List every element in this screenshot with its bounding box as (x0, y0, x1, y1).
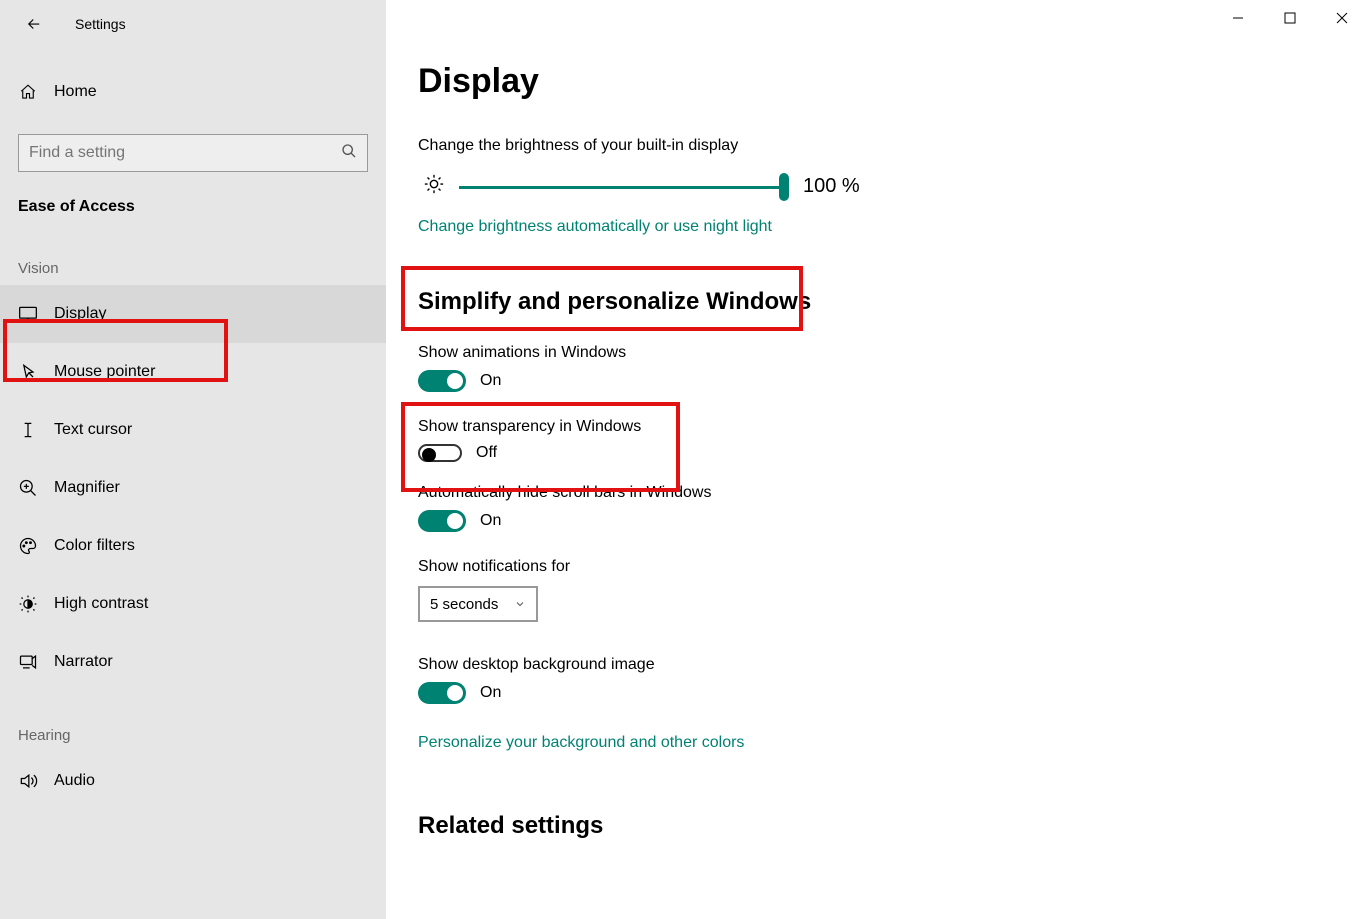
close-icon (1336, 12, 1348, 24)
related-settings-heading: Related settings (418, 812, 1336, 840)
sidebar-item-label: Text cursor (54, 421, 132, 439)
auto-hide-scroll-toggle[interactable] (418, 510, 466, 532)
palette-icon (18, 536, 38, 556)
search-input[interactable] (29, 144, 341, 162)
sidebar-item-audio[interactable]: Audio (0, 752, 386, 810)
section-simplify-heading: Simplify and personalize Windows (418, 288, 1336, 316)
sidebar-item-color-filters[interactable]: Color filters (0, 517, 386, 575)
window-controls (1212, 0, 1368, 36)
sidebar-item-text-cursor[interactable]: Text cursor (0, 401, 386, 459)
maximize-icon (1284, 12, 1296, 24)
text-cursor-icon (18, 420, 38, 440)
sidebar-item-label: Display (54, 305, 106, 323)
sidebar-item-magnifier[interactable]: Magnifier (0, 459, 386, 517)
sidebar-item-narrator[interactable]: Narrator (0, 633, 386, 691)
show-transparency-state: Off (476, 444, 497, 462)
sidebar: Settings Home Ease of Access Vision Disp… (0, 0, 386, 919)
show-desktop-bg-state: On (480, 684, 501, 702)
maximize-button[interactable] (1264, 0, 1316, 36)
notifications-dropdown[interactable]: 5 seconds (418, 586, 538, 622)
sidebar-item-label: Mouse pointer (54, 363, 155, 381)
arrow-left-icon (25, 15, 43, 33)
close-button[interactable] (1316, 0, 1368, 36)
show-animations-toggle[interactable] (418, 370, 466, 392)
auto-hide-scroll-state: On (480, 512, 501, 530)
sidebar-item-high-contrast[interactable]: High contrast (0, 575, 386, 633)
main-content: Display Change the brightness of your bu… (386, 0, 1368, 919)
sidebar-item-display[interactable]: Display (0, 285, 386, 343)
display-icon (18, 304, 38, 324)
show-animations-label: Show animations in Windows (418, 344, 1336, 362)
sidebar-item-mouse-pointer[interactable]: Mouse pointer (0, 343, 386, 401)
contrast-icon (18, 594, 38, 614)
sidebar-item-label: High contrast (54, 595, 148, 613)
show-animations-state: On (480, 372, 501, 390)
sidebar-item-label: Magnifier (54, 479, 120, 497)
minimize-icon (1232, 12, 1244, 24)
sidebar-item-home[interactable]: Home (0, 66, 386, 118)
search-box[interactable] (18, 134, 368, 172)
brightness-link[interactable]: Change brightness automatically or use n… (418, 218, 772, 236)
app-title: Settings (75, 16, 126, 32)
slider-thumb[interactable] (779, 173, 789, 201)
group-label-hearing: Hearing (18, 727, 386, 744)
show-transparency-toggle[interactable] (418, 444, 462, 462)
back-button[interactable] (18, 8, 50, 40)
minimize-button[interactable] (1212, 0, 1264, 36)
audio-icon (18, 771, 38, 791)
narrator-icon (18, 652, 38, 672)
category-title: Ease of Access (18, 190, 386, 224)
brightness-icon (423, 173, 445, 200)
notifications-value: 5 seconds (430, 596, 498, 613)
titlebar: Settings (0, 0, 386, 48)
pointer-icon (18, 362, 38, 382)
brightness-value: 100 % (803, 175, 860, 198)
search-icon (341, 143, 357, 164)
slider-track (459, 186, 789, 189)
chevron-down-icon (514, 598, 526, 610)
show-transparency-label: Show transparency in Windows (418, 418, 1336, 436)
sidebar-item-label: Narrator (54, 653, 113, 671)
page-title: Display (418, 62, 1336, 101)
sidebar-item-label: Audio (54, 772, 95, 790)
auto-hide-scroll-label: Automatically hide scroll bars in Window… (418, 484, 1336, 502)
magnifier-icon (18, 478, 38, 498)
show-desktop-bg-label: Show desktop background image (418, 656, 1336, 674)
home-label: Home (54, 83, 97, 101)
home-icon (18, 83, 38, 101)
brightness-label: Change the brightness of your built-in d… (418, 137, 1336, 155)
group-label-vision: Vision (18, 260, 386, 277)
show-notifications-label: Show notifications for (418, 558, 1336, 576)
brightness-row: 100 % (418, 173, 1336, 200)
sidebar-item-label: Color filters (54, 537, 135, 555)
show-desktop-bg-toggle[interactable] (418, 682, 466, 704)
brightness-slider[interactable] (459, 177, 789, 197)
personalize-link[interactable]: Personalize your background and other co… (418, 734, 744, 752)
